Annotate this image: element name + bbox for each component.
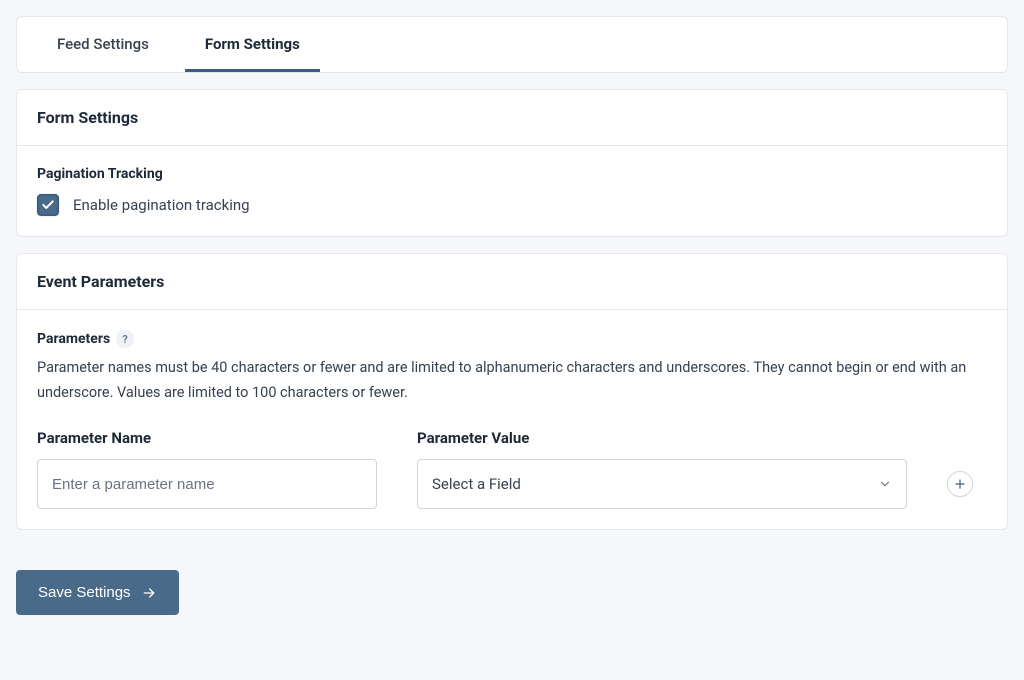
form-settings-body: Pagination Tracking Enable pagination tr… — [17, 146, 1007, 236]
parameter-name-heading: Parameter Name — [37, 429, 377, 447]
save-settings-button[interactable]: Save Settings — [16, 570, 179, 615]
pagination-checkbox[interactable] — [37, 194, 59, 216]
add-parameter-button[interactable] — [947, 471, 973, 497]
tab-feed-settings[interactable]: Feed Settings — [37, 17, 169, 72]
event-parameters-panel: Event Parameters Parameters ? Parameter … — [16, 253, 1008, 530]
arrow-right-icon — [141, 585, 157, 601]
form-settings-heading: Form Settings — [17, 90, 1007, 146]
event-parameters-body: Parameters ? Parameter names must be 40 … — [17, 310, 1007, 529]
tabs-panel: Feed Settings Form Settings — [16, 16, 1008, 73]
event-parameters-heading: Event Parameters — [17, 254, 1007, 310]
help-icon[interactable]: ? — [116, 330, 134, 348]
parameter-value-placeholder: Select a Field — [432, 475, 521, 493]
chevron-down-icon — [878, 477, 892, 491]
tab-form-settings[interactable]: Form Settings — [185, 17, 320, 72]
parameter-value-heading: Parameter Value — [417, 429, 907, 447]
save-button-label: Save Settings — [38, 584, 131, 601]
parameter-value-select[interactable]: Select a Field — [417, 459, 907, 509]
parameter-row: Parameter Name Parameter Value Select a … — [37, 429, 987, 509]
parameter-name-column: Parameter Name — [37, 429, 377, 509]
pagination-checkbox-label: Enable pagination tracking — [73, 196, 250, 214]
parameters-label: Parameters — [37, 331, 110, 347]
tabs: Feed Settings Form Settings — [17, 17, 1007, 72]
pagination-checkbox-row: Enable pagination tracking — [37, 194, 987, 216]
pagination-tracking-label: Pagination Tracking — [37, 166, 987, 182]
plus-icon — [953, 477, 967, 491]
check-icon — [41, 198, 55, 212]
parameter-name-input[interactable] — [37, 459, 377, 509]
form-settings-panel: Form Settings Pagination Tracking Enable… — [16, 89, 1008, 237]
parameters-description: Parameter names must be 40 characters or… — [37, 356, 987, 405]
parameter-value-column: Parameter Value Select a Field — [417, 429, 907, 509]
